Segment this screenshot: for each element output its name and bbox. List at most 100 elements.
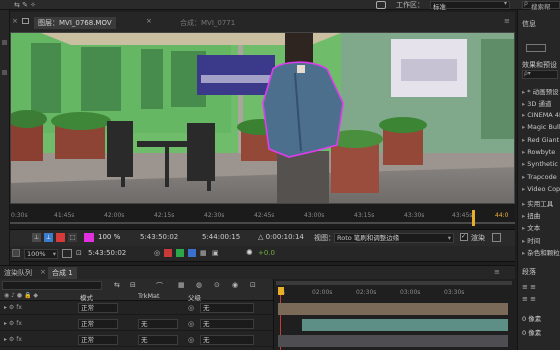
comp-mini-flowchart-icon[interactable]: ⇆ <box>114 281 120 289</box>
effects-category-item[interactable]: ▸ 实用工具 <box>522 198 553 208</box>
effects-category-item[interactable]: ▸ 3D 通道 <box>522 98 551 108</box>
panel-menu-icon[interactable]: ≡ <box>494 268 500 276</box>
tab-render-queue[interactable]: 渲染队列 <box>0 267 36 279</box>
effects-category-item[interactable]: ▸ 杂色和颗粒 <box>522 247 560 257</box>
render-checkbox[interactable]: ✓ <box>460 233 468 241</box>
motion-blur-icon[interactable]: ◍ <box>196 281 202 289</box>
close-icon[interactable]: × <box>12 17 18 25</box>
layer-switches[interactable]: ▸ ⚙ fx <box>4 336 22 343</box>
close-icon[interactable]: × <box>40 268 46 276</box>
out-point-time[interactable]: 5:44:00:15 <box>202 233 240 241</box>
frame-blend-icon[interactable]: ▦ <box>178 281 185 289</box>
layer-row[interactable]: ▸ ⚙ fx 正常 无 ◎ 无 <box>0 333 273 347</box>
timeline-graph-area[interactable]: 0s 02:00s 02:30s 03:00s 03:30s <box>273 279 515 350</box>
effects-category-item[interactable]: ▸ 时间 <box>522 235 540 245</box>
layer-switches[interactable]: ▸ ⚙ fx <box>4 304 22 311</box>
color-channel-icon[interactable] <box>176 249 184 257</box>
audio-icon[interactable] <box>526 44 546 52</box>
view-select[interactable]: Roto 笔刷和调整边缘 ▾ <box>334 233 454 243</box>
layer-bar[interactable] <box>278 303 508 315</box>
workspace-select[interactable]: 标准 ▾ <box>430 0 510 11</box>
indent-value[interactable]: 0 像素 <box>522 313 541 323</box>
snap-icon[interactable] <box>376 1 386 9</box>
timeline-search-input[interactable] <box>2 281 102 290</box>
shy-icon[interactable]: ⌒ <box>156 281 163 291</box>
exposure-icon[interactable]: ✺ <box>246 248 253 257</box>
panel-edge-bar[interactable] <box>2 70 7 75</box>
draft-3d-icon[interactable]: ⊟ <box>130 281 136 289</box>
trkmat-select[interactable]: 无 <box>138 319 178 329</box>
indent-value[interactable]: 0 像素 <box>522 327 541 337</box>
effects-category-item[interactable]: ▸Video Copilot <box>522 185 560 193</box>
in-point-time[interactable]: 5:43:50:02 <box>140 233 178 241</box>
parent-pickwhip-icon[interactable]: ◎ <box>188 320 194 328</box>
paragraph-panel-title[interactable]: 段落 <box>522 267 536 277</box>
align-icons[interactable]: ≡ ≡ <box>522 283 536 291</box>
show-snapshot-icon[interactable] <box>164 249 172 257</box>
snapshot-icon[interactable]: ◎ <box>154 249 160 257</box>
toggle-boundary-button[interactable]: ⬚ <box>68 233 77 242</box>
effects-category-item[interactable]: ▸ Rowbyte <box>522 148 555 156</box>
parent-pickwhip-icon[interactable]: ◎ <box>188 304 194 312</box>
toolbar-icons[interactable]: ⇆ ✎ ✧ <box>14 0 36 10</box>
panel-edge-bar[interactable] <box>2 40 7 45</box>
grid-icon[interactable]: ▦ <box>200 249 207 257</box>
tab-layer-viewer[interactable]: 图层：MVI_0768.MOV <box>34 17 116 29</box>
effects-category-item[interactable]: ▸ Red Giant <box>522 136 559 144</box>
effects-category-item[interactable]: ▸ * 动画预设 <box>522 86 559 96</box>
zoom-select[interactable]: 100% ▾ <box>24 249 58 259</box>
timecode-display[interactable]: 5:43:50:02 <box>88 249 126 257</box>
tab-composition-1[interactable]: 合成 1 <box>48 267 77 279</box>
flowchart-icon[interactable] <box>492 233 501 242</box>
blend-mode-select[interactable]: 正常 <box>78 303 118 313</box>
live-update-icon[interactable]: ⊡ <box>250 281 256 289</box>
boundary-color-swatch[interactable] <box>84 233 94 242</box>
effects-category-item[interactable]: ▸CINEMA 4D <box>522 111 560 119</box>
fit-icon[interactable] <box>62 249 72 258</box>
align-icons[interactable]: ≡ ≡ <box>522 295 536 303</box>
playhead[interactable] <box>472 210 475 226</box>
parent-select[interactable]: 无 <box>200 335 254 345</box>
info-panel-title[interactable]: 信息 <box>522 19 536 29</box>
auto-key-icon[interactable]: ◉ <box>232 281 238 289</box>
effects-category-item[interactable]: ▸ 文本 <box>522 222 540 232</box>
effects-search-input[interactable]: ρ▾ <box>522 70 558 79</box>
effects-panel-title[interactable]: 效果和预设 <box>522 60 557 70</box>
viewer-time-ruler[interactable]: 0:30s 41:45s 42:00s 42:15s 42:30s 42:45s… <box>10 204 515 230</box>
help-search-input[interactable]: ρ 搜索帮 <box>522 0 560 11</box>
work-area-bar[interactable] <box>10 222 515 224</box>
graph-editor-icon[interactable]: ⊙ <box>214 281 220 289</box>
time-navigator[interactable] <box>276 281 512 285</box>
set-in-point-button[interactable]: ⊥ <box>32 233 41 242</box>
blend-mode-select[interactable]: 正常 <box>78 335 118 345</box>
effects-category-item[interactable]: ▸ Synthetic <box>522 160 558 168</box>
layer-bar[interactable] <box>302 319 508 331</box>
resolution-icon[interactable] <box>12 249 20 257</box>
trkmat-select[interactable]: 无 <box>138 335 178 345</box>
pixel-aspect-icon[interactable] <box>188 249 196 257</box>
parent-select[interactable]: 无 <box>200 319 254 329</box>
camera-icon[interactable]: ⊡ <box>76 249 82 257</box>
set-out-point-button[interactable]: ⊥ <box>44 233 53 242</box>
exposure-value[interactable]: +0.0 <box>258 249 275 257</box>
parent-select[interactable]: 无 <box>200 303 254 313</box>
lock-icon[interactable] <box>22 18 29 24</box>
effects-category-label: 时间 <box>527 236 541 245</box>
layer-viewer-image[interactable] <box>10 32 515 204</box>
view-percent[interactable]: 100 % <box>98 233 120 241</box>
layer-row[interactable]: ▸ ⚙ fx 正常 ◎ 无 <box>0 301 273 315</box>
effects-category-item[interactable]: ▸Magic Bullet <box>522 123 560 131</box>
close-icon[interactable]: × <box>146 17 152 25</box>
effects-category-item[interactable]: ▸ Trapcode <box>522 173 557 181</box>
current-time-indicator[interactable] <box>278 287 284 295</box>
tab-composition-viewer[interactable]: 合成：MVI_0771 <box>176 17 239 29</box>
effects-category-item[interactable]: ▸ 扭曲 <box>522 210 540 220</box>
layer-row[interactable]: ▸ ⚙ fx 正常 无 ◎ 无 <box>0 317 273 331</box>
parent-pickwhip-icon[interactable]: ◎ <box>188 336 194 344</box>
region-icon[interactable]: ▣ <box>212 249 219 257</box>
panel-menu-icon[interactable]: ≡ <box>504 17 510 25</box>
layer-switches[interactable]: ▸ ⚙ fx <box>4 320 22 327</box>
layer-bar[interactable] <box>278 335 508 347</box>
blend-mode-select[interactable]: 正常 <box>78 319 118 329</box>
toggle-alpha-button[interactable] <box>56 233 65 242</box>
